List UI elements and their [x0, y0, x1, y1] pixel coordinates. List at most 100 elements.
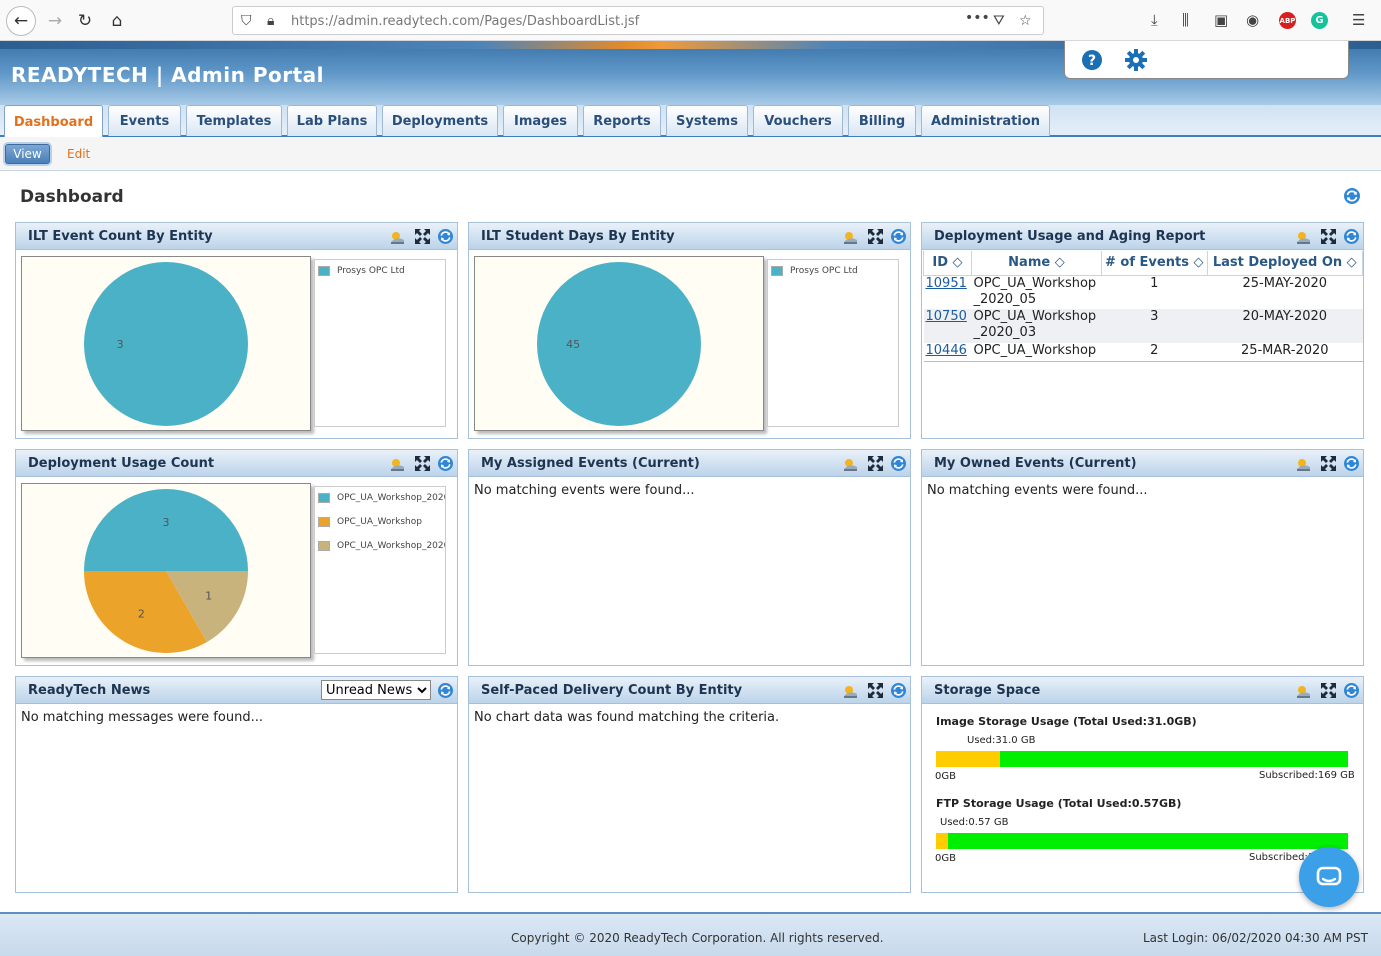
sidebar-icon[interactable]: ▣ — [1214, 11, 1228, 29]
tab-vouchers[interactable]: Vouchers — [753, 105, 843, 136]
col-events[interactable]: # of Events ◇ — [1100, 251, 1208, 276]
maximize-icon[interactable] — [867, 228, 884, 245]
tab-administration[interactable]: Administration — [921, 105, 1050, 136]
pocket-icon[interactable]: ⛛ — [993, 13, 1005, 29]
settings-gear-icon[interactable] — [1125, 49, 1147, 71]
page-actions-icon[interactable]: ••• — [965, 10, 990, 26]
portal-title: READYTECH | Admin Portal — [11, 63, 324, 87]
chart-options-icon[interactable] — [842, 228, 859, 245]
tab-systems[interactable]: Systems — [666, 105, 748, 136]
account-icon[interactable]: ◉ — [1246, 11, 1259, 29]
deployment-name: OPC_UA_Workshop — [973, 343, 1097, 358]
ftp-storage-title: FTP Storage Usage (Total Used:0.57GB) — [936, 797, 1182, 810]
panel-header: Deployment Usage and Aging Report — [922, 223, 1363, 250]
tab-billing[interactable]: Billing — [848, 105, 916, 136]
refresh-all-icon[interactable] — [1343, 187, 1361, 205]
refresh-icon[interactable] — [437, 682, 454, 699]
tab-templates[interactable]: Templates — [186, 105, 282, 136]
menu-icon[interactable]: ☰ — [1352, 11, 1365, 29]
tab-images[interactable]: Images — [503, 105, 578, 136]
help-icon[interactable]: ? — [1081, 49, 1103, 71]
chat-widget-button[interactable] — [1299, 847, 1359, 907]
refresh-icon[interactable] — [890, 682, 907, 699]
chart-options-icon[interactable] — [1295, 682, 1312, 699]
browser-toolbar: ← → ↻ ⌂ ⛉ 🔒︎ https://admin.readytech.com… — [0, 0, 1381, 41]
maximize-icon[interactable] — [867, 455, 884, 472]
maximize-icon[interactable] — [867, 682, 884, 699]
col-id[interactable]: ID ◇ — [923, 251, 972, 276]
panel-header: Deployment Usage Count — [16, 450, 457, 477]
legend-item: OPC_UA_Workshop_2020 — [318, 541, 446, 551]
deployment-name-cont: _2020_05 — [973, 291, 1037, 307]
tab-events[interactable]: Events — [108, 105, 181, 136]
forward-icon[interactable]: → — [42, 8, 68, 34]
shield-icon[interactable]: ⛉ — [241, 13, 252, 29]
col-last-deployed[interactable]: Last Deployed On ◇ — [1206, 251, 1364, 276]
maximize-icon[interactable] — [1320, 682, 1337, 699]
view-button[interactable]: View — [5, 144, 50, 164]
chart-options-icon[interactable] — [1295, 228, 1312, 245]
refresh-icon[interactable] — [437, 455, 454, 472]
refresh-icon[interactable] — [1343, 682, 1360, 699]
panel-title: ILT Event Count By Entity — [28, 229, 213, 244]
table-row: 10750 OPC_UA_Workshop _2020_03 3 20-MAY-2… — [923, 309, 1363, 343]
grammarly-icon[interactable]: G — [1311, 12, 1328, 29]
chart-options-icon[interactable] — [389, 455, 406, 472]
chart-options-icon[interactable] — [1295, 455, 1312, 472]
image-storage-title: Image Storage Usage (Total Used:31.0GB) — [936, 715, 1197, 728]
panel-title: ILT Student Days By Entity — [481, 229, 675, 244]
legend-item: OPC_UA_Workshop_2020 — [318, 493, 445, 503]
last-login-text: Last Login: 06/02/2020 04:30 AM PST — [1143, 931, 1368, 945]
col-name[interactable]: Name ◇ — [970, 251, 1102, 276]
pie-slice[interactable] — [84, 489, 248, 571]
panel-my-assigned-events: My Assigned Events (Current) No matching… — [468, 449, 911, 666]
image-storage-min: 0GB — [935, 771, 956, 782]
pie-value-label: 2 — [138, 608, 145, 621]
deployment-id-link[interactable]: 10951 — [926, 276, 967, 291]
maximize-icon[interactable] — [414, 455, 431, 472]
pie-slice[interactable] — [84, 262, 248, 426]
panel-header: Self-Paced Delivery Count By Entity — [469, 677, 910, 704]
maximize-icon[interactable] — [1320, 455, 1337, 472]
tab-reports[interactable]: Reports — [583, 105, 661, 136]
deployment-id-link[interactable]: 10750 — [926, 309, 967, 324]
home-icon[interactable]: ⌂ — [104, 8, 130, 34]
address-bar[interactable]: ⛉ 🔒︎ https://admin.readytech.com/Pages/D… — [232, 6, 1044, 35]
legend-label: OPC_UA_Workshop_2020 — [337, 541, 446, 551]
chart-options-icon[interactable] — [389, 228, 406, 245]
news-filter-select[interactable]: Unread News — [321, 680, 431, 700]
refresh-icon[interactable] — [890, 455, 907, 472]
edit-link[interactable]: Edit — [67, 147, 90, 161]
ftp-storage-bar — [936, 833, 1348, 849]
url-text[interactable]: https://admin.readytech.com/Pages/Dashbo… — [291, 14, 639, 29]
tab-lab-plans[interactable]: Lab Plans — [287, 105, 377, 136]
tab-dashboard[interactable]: Dashboard — [4, 105, 103, 138]
tab-deployments[interactable]: Deployments — [382, 105, 498, 136]
adblock-icon[interactable]: ABP — [1279, 12, 1296, 29]
download-icon[interactable]: ⤓ — [1151, 11, 1158, 29]
chart-options-icon[interactable] — [842, 455, 859, 472]
refresh-icon[interactable] — [437, 228, 454, 245]
deployment-id-link[interactable]: 10446 — [926, 343, 967, 358]
deployment-name-cont: _2020_03 — [973, 325, 1037, 340]
legend-label: OPC_UA_Workshop — [337, 517, 422, 527]
ftp-storage-used: Used:0.57 GB — [940, 817, 1009, 828]
bookmark-star-icon[interactable]: ☆ — [1019, 13, 1032, 29]
pie-value-label: 1 — [205, 590, 212, 603]
pie-chart: 3 — [21, 256, 311, 431]
refresh-icon[interactable] — [1343, 228, 1360, 245]
refresh-icon[interactable] — [890, 228, 907, 245]
library-icon[interactable]: ⫼ — [1182, 11, 1189, 29]
chart-options-icon[interactable] — [842, 682, 859, 699]
legend-swatch — [318, 517, 330, 527]
legend-swatch — [318, 541, 330, 551]
refresh-icon[interactable] — [1343, 455, 1360, 472]
reload-icon[interactable]: ↻ — [72, 8, 98, 34]
back-icon[interactable]: ← — [6, 6, 36, 36]
pie-slice[interactable] — [537, 262, 701, 426]
pie-chart-canvas: 3 2 1 — [84, 489, 248, 653]
maximize-icon[interactable] — [1320, 228, 1337, 245]
chat-icon — [1316, 866, 1342, 886]
maximize-icon[interactable] — [414, 228, 431, 245]
legend-swatch — [771, 266, 783, 276]
